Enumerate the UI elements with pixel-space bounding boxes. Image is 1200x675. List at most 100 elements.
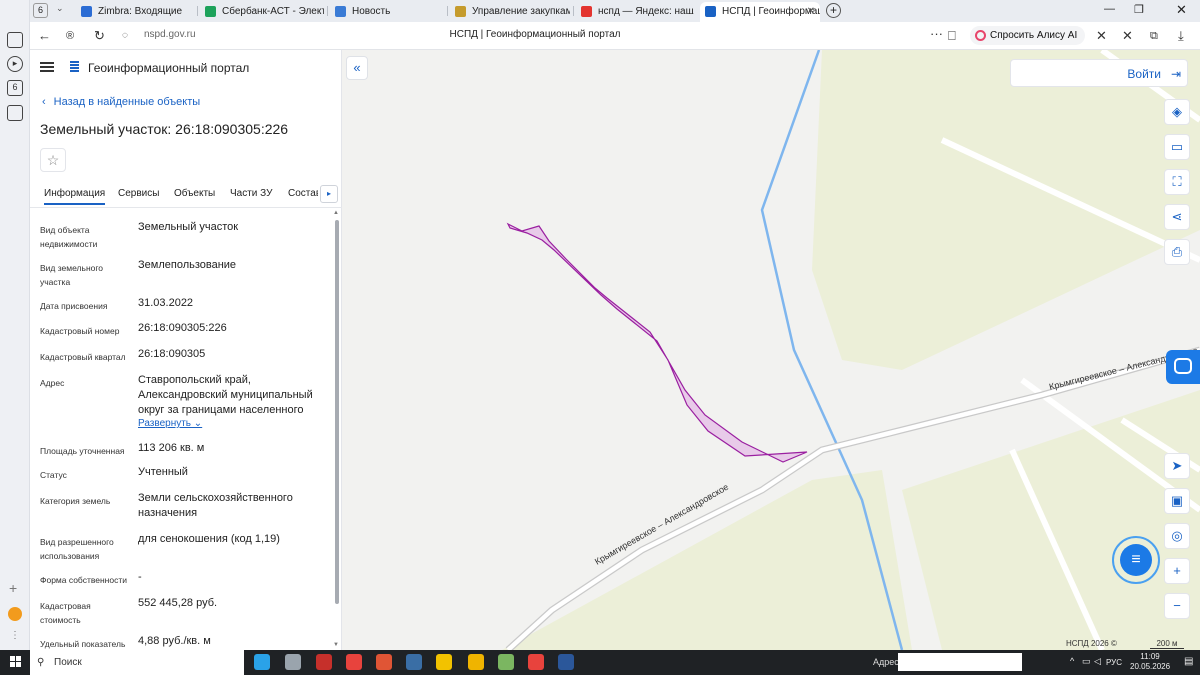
property-label: Вид разрешенного использования (40, 537, 114, 561)
login-button[interactable]: Войти ⇥ (1010, 59, 1188, 87)
chevron-down-icon[interactable]: ⌄ (56, 3, 64, 14)
taskbar-app-icon[interactable] (376, 654, 392, 670)
scroll-down-icon[interactable]: ▼ (333, 642, 339, 648)
panel-scrollbar[interactable]: ▲ ▼ (333, 210, 341, 650)
ruler-icon[interactable]: ▭ (1164, 134, 1190, 160)
zoom-out-icon[interactable]: − (1164, 593, 1190, 619)
download-icon[interactable]: ⤓ (1178, 28, 1184, 44)
zoom-in-icon[interactable]: + (1164, 558, 1190, 584)
tabs-scroll-right-button[interactable]: ▸ (320, 185, 338, 203)
scroll-up-icon[interactable]: ▲ (333, 210, 339, 216)
property-label: Дата присвоения (40, 301, 108, 311)
notifications-icon[interactable]: ▤ (1184, 656, 1193, 667)
tray-network-icon[interactable]: ▭ (1082, 656, 1091, 667)
tray-chevron-icon[interactable]: ^ (1070, 656, 1074, 666)
extension-icon-3[interactable]: ⧉ (1150, 28, 1158, 44)
tab-information[interactable]: Информация (44, 188, 106, 205)
tab-composition[interactable]: Состав (288, 188, 318, 199)
select-area-icon[interactable]: ⛶ (1164, 169, 1190, 195)
property-label: Категория земель (40, 496, 111, 506)
taskbar-app-icon[interactable] (436, 654, 452, 670)
ask-alice-button[interactable]: Спросить Алису AI (970, 26, 1086, 45)
taskbar-app-icon[interactable] (528, 654, 544, 670)
map-canvas[interactable]: Крымгиреевское – Александровское Крымгир… (342, 50, 1200, 650)
property-value: Учтенный (138, 466, 188, 478)
property-value: Земельный участок (138, 221, 239, 233)
browser-tab[interactable]: Новость (330, 2, 444, 22)
back-to-results-link[interactable]: ‹ Назад в найденные объекты (42, 96, 200, 108)
page-title: НСПД | Геоинформационный портал (449, 29, 621, 40)
layers-icon[interactable]: ◈ (1164, 99, 1190, 125)
locate-icon[interactable]: ➤ (1164, 453, 1190, 479)
extension-icon-2[interactable]: ✕ (1122, 28, 1133, 44)
property-label: Кадастровый номер (40, 326, 120, 336)
menu-icon[interactable] (40, 62, 54, 72)
taskbar-app-icon[interactable] (558, 654, 574, 670)
expand-address-link[interactable]: Развернуть ⌄ (138, 418, 202, 429)
extension-icon-1[interactable]: ✕ (1096, 28, 1107, 44)
taskbar-app-icon[interactable] (498, 654, 514, 670)
taskbar-app-icon[interactable] (468, 654, 484, 670)
window-close-button[interactable]: ✕ (1176, 2, 1187, 18)
more-icon[interactable]: ⋮ (10, 630, 20, 641)
keyboard-language[interactable]: РУС (1106, 658, 1122, 667)
tab-favicon-icon (81, 6, 92, 17)
window-minimize-button[interactable]: — (1104, 3, 1115, 15)
geo-search-icon[interactable]: ◎ (1164, 523, 1190, 549)
collapse-panel-button[interactable]: « (346, 56, 368, 80)
browser-tab[interactable]: НСПД | Геоинформаци ✕ (700, 2, 820, 22)
print-icon[interactable]: ⎙ (1164, 239, 1190, 265)
counter-icon[interactable]: 6 (7, 80, 23, 96)
tab-label: Новость (352, 6, 391, 17)
info-tabs: Информация Сервисы Объекты Части ЗУ Сост… (30, 182, 342, 208)
tab-services[interactable]: Сервисы (118, 188, 159, 199)
chat-icon[interactable]: ≡ (1120, 544, 1152, 576)
taskbar-app-icon[interactable] (316, 654, 332, 670)
bookmark-icon[interactable]: ⎕ (948, 28, 956, 44)
browser-tab[interactable]: нспд — Яндекс: нашлось (576, 2, 694, 22)
parcel-title: Земельный участок: 26:18:090305:226 (40, 121, 289, 137)
property-label: Удельный показатель (40, 639, 126, 649)
new-tab-button[interactable]: + (826, 3, 841, 18)
tab-parts[interactable]: Части ЗУ (230, 188, 272, 199)
share-icon[interactable]: ⋖ (1164, 204, 1190, 230)
property-value: 26:18:090305 (138, 348, 206, 360)
address-bar: ← ® ↻ ◌ nspd.gov.ru НСПД | Геоинформацио… (30, 22, 1200, 50)
window-maximize-button[interactable]: ❐ (1134, 3, 1144, 16)
devices-icon[interactable] (7, 105, 23, 121)
taskbar-app-icon[interactable] (285, 654, 301, 670)
expand-label: Развернуть (138, 418, 192, 429)
tray-volume-icon[interactable]: ◁ (1094, 656, 1101, 667)
scrollbar-thumb[interactable] (335, 220, 339, 604)
play-icon[interactable]: ▸ (7, 56, 23, 72)
browser-tab[interactable]: Управление закупками (450, 2, 570, 22)
favorite-star-icon[interactable]: ☆ (40, 148, 66, 172)
more-options-icon[interactable]: ··· (930, 26, 943, 42)
tray-clock[interactable]: 11:09 20.05.2026 (1130, 652, 1170, 672)
basemap-icon[interactable]: ▣ (1164, 488, 1190, 514)
address-toolbar-input[interactable] (898, 653, 1022, 671)
tab-favicon-icon (205, 6, 216, 17)
search-icon: ⚲ (37, 657, 45, 668)
portal-name: Геоинформационный портал (88, 61, 250, 75)
tab-counter[interactable]: 6 (33, 3, 48, 18)
tab-separator (197, 6, 198, 16)
tab-separator (447, 6, 448, 16)
taskbar-app-icon[interactable] (254, 654, 270, 670)
land-parcel-26-18-090305-226[interactable] (506, 222, 808, 463)
tab-objects[interactable]: Объекты (174, 188, 215, 199)
login-label: Войти (1127, 67, 1161, 81)
taskbar-app-icon[interactable] (406, 654, 422, 670)
inbox-icon[interactable] (7, 32, 23, 48)
taskbar-search[interactable]: ⚲ Поиск (30, 650, 244, 675)
close-tab-icon[interactable]: ✕ (807, 2, 815, 21)
add-panel-icon[interactable]: + (9, 580, 17, 596)
tab-label: нспд — Яндекс: нашлось (598, 6, 694, 17)
browser-tab[interactable]: Zimbra: Входящие (76, 2, 194, 22)
help-widget-button[interactable] (1166, 350, 1200, 384)
alice-sidebar-icon[interactable] (8, 607, 22, 621)
tab-label: Сбербанк-АСТ - Электро (222, 6, 324, 17)
browser-tab[interactable]: Сбербанк-АСТ - Электро (200, 2, 324, 22)
taskbar-app-icon[interactable] (346, 654, 362, 670)
windows-start-icon[interactable] (10, 656, 22, 668)
